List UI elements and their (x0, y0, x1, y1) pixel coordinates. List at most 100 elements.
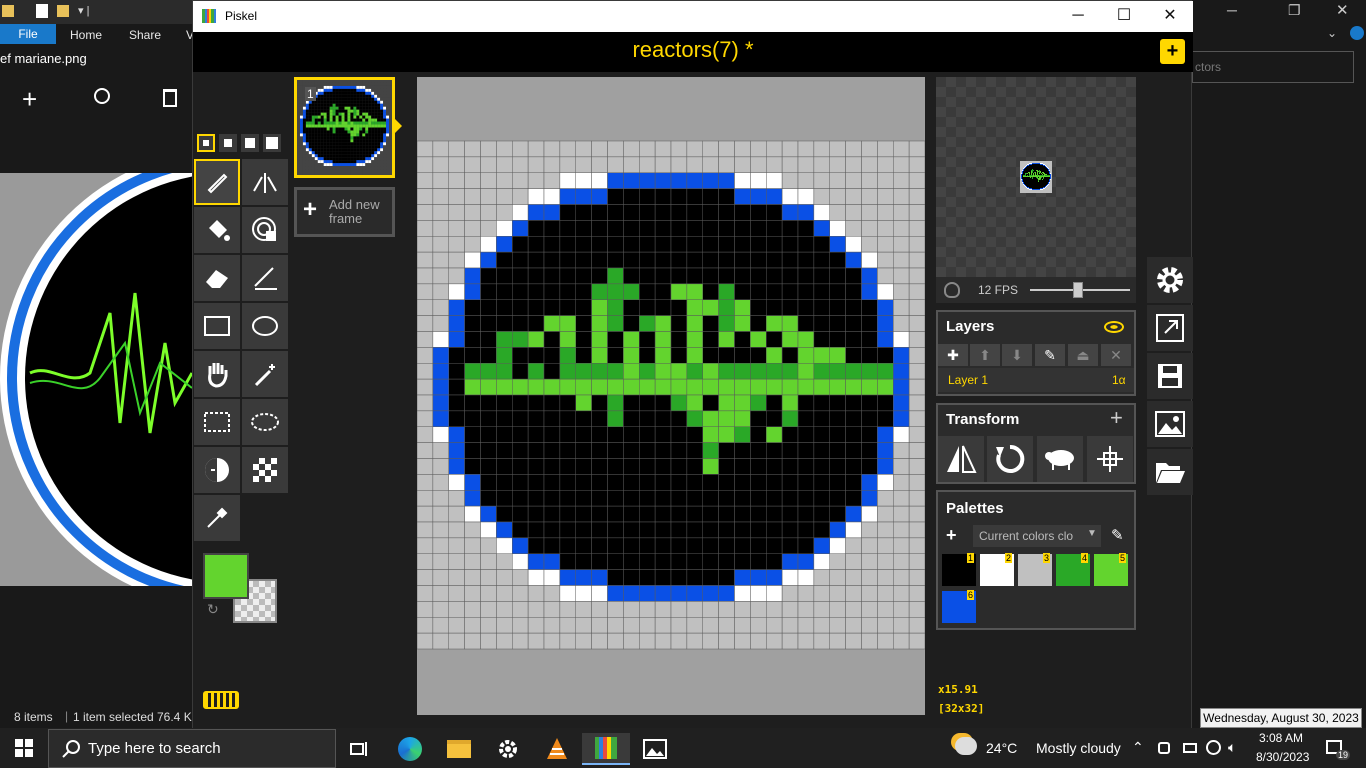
pixel[interactable] (591, 188, 608, 205)
pixel[interactable] (877, 632, 894, 650)
pixel[interactable] (1044, 189, 1045, 190)
pixel[interactable] (1048, 173, 1049, 174)
pixel[interactable] (1043, 172, 1044, 173)
pixel[interactable] (1022, 177, 1023, 178)
pixel[interactable] (1042, 189, 1043, 190)
pixel[interactable] (591, 204, 608, 221)
pixel[interactable] (797, 363, 815, 380)
pixel[interactable] (1039, 166, 1040, 167)
pixel[interactable] (1050, 180, 1051, 181)
pixel[interactable] (1040, 174, 1041, 175)
pixel[interactable] (1030, 192, 1031, 193)
pixel[interactable] (1029, 183, 1030, 184)
pixel[interactable] (575, 220, 592, 237)
pixel[interactable] (448, 458, 465, 475)
pixel[interactable] (1031, 174, 1032, 175)
pixel[interactable] (1033, 190, 1034, 191)
pixel[interactable] (496, 490, 513, 507)
pixel[interactable] (1029, 178, 1030, 179)
pixel[interactable] (686, 172, 703, 189)
pixel[interactable] (1035, 192, 1036, 193)
move-tool[interactable] (194, 351, 240, 397)
pixel[interactable] (750, 617, 767, 634)
pixel[interactable] (591, 331, 608, 348)
pixel[interactable] (686, 490, 703, 507)
pixel[interactable] (1050, 185, 1051, 186)
pixel[interactable] (1035, 171, 1036, 172)
pixel[interactable] (1034, 176, 1035, 177)
pixel[interactable] (1048, 169, 1049, 170)
pixel[interactable] (1022, 170, 1023, 171)
pixel[interactable] (639, 490, 656, 507)
pixel[interactable] (1036, 187, 1037, 188)
pixel[interactable] (893, 378, 910, 396)
pixel[interactable] (623, 394, 640, 412)
pixel[interactable] (496, 537, 513, 554)
pixel[interactable] (1026, 179, 1027, 180)
pixel[interactable] (1025, 177, 1026, 178)
pixel[interactable] (543, 426, 561, 443)
pixel[interactable] (718, 505, 735, 523)
pixel[interactable] (1034, 163, 1035, 164)
pixel[interactable] (1046, 174, 1047, 175)
pixel[interactable] (1029, 168, 1030, 169)
pixel[interactable] (575, 172, 592, 189)
pixel[interactable] (686, 220, 703, 237)
pixel[interactable] (1043, 192, 1044, 193)
pixel[interactable] (1032, 164, 1033, 165)
palette-swatch[interactable]: 5 (1094, 553, 1128, 586)
pixel[interactable] (1024, 167, 1025, 168)
pixel[interactable] (829, 315, 846, 332)
pixel[interactable] (1021, 189, 1022, 190)
pixel[interactable] (1029, 177, 1030, 178)
pixel[interactable] (734, 172, 751, 189)
pixel[interactable] (1028, 186, 1029, 187)
pixel[interactable] (1040, 173, 1041, 174)
pixel[interactable] (845, 236, 862, 253)
pixel[interactable] (1026, 177, 1027, 178)
pixel[interactable] (1050, 165, 1051, 166)
pixel[interactable] (1050, 177, 1051, 178)
pixel[interactable] (1034, 175, 1035, 176)
pixel[interactable] (1032, 181, 1033, 182)
pixel[interactable] (1030, 174, 1031, 175)
pixel[interactable] (734, 410, 751, 427)
pixel[interactable] (877, 188, 894, 205)
pixel[interactable] (416, 363, 434, 380)
pixel[interactable] (670, 426, 688, 443)
pixel[interactable] (527, 378, 545, 396)
pixel[interactable] (1037, 173, 1038, 174)
pixel[interactable] (559, 172, 576, 189)
pixel[interactable] (448, 267, 465, 285)
pixel[interactable] (575, 537, 592, 554)
pixel[interactable] (861, 410, 878, 427)
pixel[interactable] (1031, 179, 1032, 180)
pixel[interactable] (575, 236, 592, 253)
pixel[interactable] (1042, 188, 1043, 189)
pixel[interactable] (1030, 166, 1031, 167)
pixel[interactable] (432, 283, 449, 300)
pixel[interactable] (1029, 162, 1030, 163)
pixel[interactable] (1037, 163, 1038, 164)
pixel[interactable] (1032, 170, 1033, 171)
pixel[interactable] (623, 363, 640, 380)
chevron-up-icon[interactable]: ⌃ (1132, 739, 1144, 756)
pixel[interactable] (512, 188, 529, 205)
pixel[interactable] (559, 299, 576, 316)
pixel[interactable] (781, 601, 799, 618)
pixel[interactable] (1032, 163, 1033, 164)
pixel[interactable] (670, 236, 688, 253)
pixel[interactable] (1026, 165, 1027, 166)
pixel[interactable] (1037, 183, 1038, 184)
pixel[interactable] (1037, 167, 1038, 168)
pixel[interactable] (781, 267, 799, 285)
pixel[interactable] (1021, 187, 1022, 188)
pixel[interactable] (512, 553, 529, 570)
pixel[interactable] (1020, 185, 1021, 186)
pixel[interactable] (877, 220, 894, 237)
pixel[interactable] (432, 442, 449, 459)
pixel[interactable] (1021, 183, 1022, 184)
pixel[interactable] (829, 442, 846, 459)
pixel[interactable] (1041, 181, 1042, 182)
pixel[interactable] (1041, 185, 1042, 186)
